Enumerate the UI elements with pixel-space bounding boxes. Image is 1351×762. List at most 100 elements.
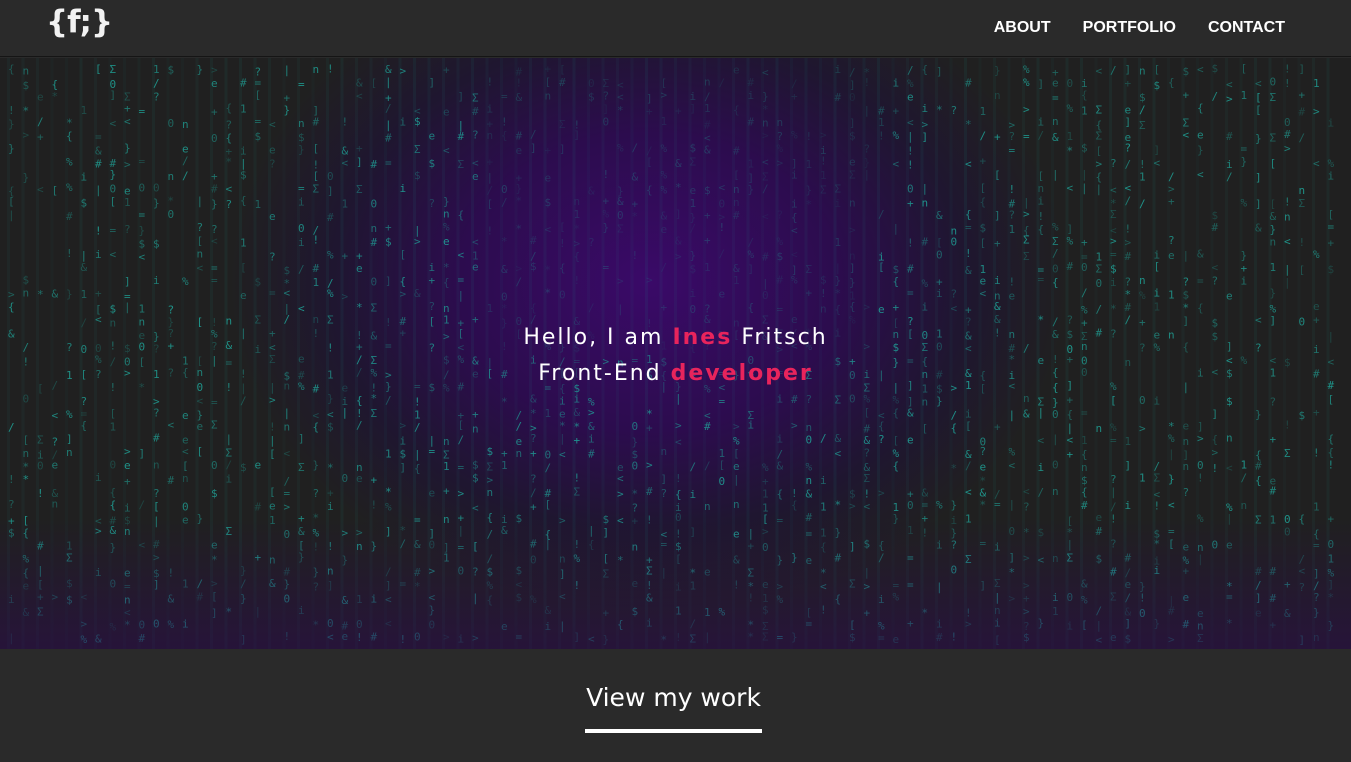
rain-glyph: > [269, 394, 276, 407]
rain-glyph: 0 [168, 208, 175, 221]
rain-glyph: ! [907, 158, 914, 171]
rain-glyph: & [1023, 407, 1030, 420]
rain-glyph: 1 [762, 487, 769, 500]
rain-glyph: { [240, 194, 247, 207]
nav-link-about[interactable]: ABOUT [994, 18, 1051, 38]
rain-glyph: { [1067, 408, 1074, 421]
rain-glyph: { [1038, 223, 1045, 236]
rain-glyph: * [356, 301, 363, 314]
rain-glyph: $ [23, 79, 30, 92]
rain-glyph: | [385, 119, 392, 132]
rain-glyph: & [661, 210, 668, 223]
rain-glyph: / [385, 394, 392, 407]
rain-glyph: + [893, 301, 900, 314]
rain-glyph: = [965, 221, 972, 234]
rain-glyph: 1 [1168, 288, 1175, 301]
rain-glyph: > [1023, 207, 1030, 220]
rain-glyph: & [356, 76, 363, 89]
rain-glyph: 1 [1139, 170, 1146, 183]
rain-glyph: + [1328, 237, 1335, 250]
rain-glyph: ] [1212, 408, 1219, 421]
rain-glyph: & [530, 392, 537, 405]
rain-glyph: Σ [1270, 91, 1277, 104]
rain-glyph: i [574, 392, 581, 405]
nav-link-portfolio[interactable]: PORTFOLIO [1083, 18, 1176, 38]
rain-glyph: Σ [458, 158, 465, 171]
rain-glyph: ] [458, 90, 465, 103]
rain-glyph: # [704, 420, 711, 433]
rain-glyph: 0 [907, 499, 914, 512]
rain-glyph: < [52, 409, 59, 422]
rain-glyph: } [1197, 144, 1204, 157]
view-my-work-button[interactable]: View my work [585, 675, 762, 733]
rain-glyph: 1 [313, 276, 320, 289]
rain-glyph: ] [675, 208, 682, 221]
rain-glyph: n [1052, 485, 1059, 498]
rain-glyph: n [704, 75, 711, 88]
rain-glyph: { [893, 459, 900, 472]
rain-glyph: / [704, 460, 711, 473]
rain-glyph: 1 [240, 102, 247, 115]
rain-glyph: ? [951, 104, 958, 117]
rain-glyph: [ [240, 261, 247, 274]
rain-glyph: { [1081, 448, 1088, 461]
rain-glyph: > [922, 118, 929, 131]
rain-glyph: e [733, 64, 740, 77]
rain-glyph: n [733, 498, 740, 511]
rain-glyph: ] [849, 116, 856, 129]
rain-glyph: ! [632, 249, 639, 262]
rain-glyph: ] [1299, 63, 1306, 76]
rain-glyph: + [342, 249, 349, 262]
nav-link-contact[interactable]: CONTACT [1208, 18, 1285, 38]
rain-glyph: ? [269, 158, 276, 171]
rain-glyph: $ [385, 236, 392, 249]
rain-glyph: [ [545, 76, 552, 89]
rain-glyph: + [356, 250, 363, 263]
rain-glyph: | [864, 104, 871, 117]
rain-glyph: < [1226, 78, 1233, 91]
rain-glyph: [ [110, 407, 117, 420]
rain-glyph: ] [1125, 116, 1132, 129]
rain-glyph: / [1299, 131, 1306, 144]
rain-glyph: Σ [414, 143, 421, 156]
rain-glyph: { [1081, 486, 1088, 499]
rain-glyph: < [124, 115, 131, 128]
rain-glyph: / [516, 275, 523, 288]
rain-glyph: 1 [81, 104, 88, 117]
rain-glyph: > [1197, 432, 1204, 445]
rain-glyph: & [936, 209, 943, 222]
rain-glyph: < [1255, 77, 1262, 90]
rain-glyph: [ [965, 419, 972, 432]
rain-glyph: [ [182, 459, 189, 472]
rain-glyph: / [37, 116, 44, 129]
rain-glyph: n [1183, 460, 1190, 473]
rain-glyph: ! [1038, 210, 1045, 223]
rain-glyph: 1 [574, 208, 581, 221]
rain-glyph: [ [1255, 91, 1262, 104]
rain-glyph: e [1313, 300, 1320, 313]
rain-glyph: % [603, 207, 610, 220]
rain-glyph: 1 [1313, 500, 1320, 513]
rain-glyph: e [907, 433, 914, 446]
rain-glyph: / [980, 129, 987, 142]
rain-glyph: n [1023, 392, 1030, 405]
rain-glyph: $ [472, 458, 479, 471]
rain-glyph: { [1197, 301, 1204, 314]
rain-glyph: | [1284, 276, 1291, 289]
rain-glyph: ! [675, 472, 682, 485]
rain-glyph: } [110, 168, 117, 181]
rain-glyph: 0 [806, 434, 813, 447]
rain-glyph: ] [110, 88, 117, 101]
rain-glyph: Σ [371, 302, 378, 315]
rain-glyph: / [951, 409, 958, 422]
rain-glyph: < [342, 156, 349, 169]
rain-glyph: # [66, 210, 73, 223]
rain-glyph: * [1168, 420, 1175, 433]
rain-glyph: 0 [951, 235, 958, 248]
site-logo[interactable]: {f;} [46, 2, 113, 42]
rain-glyph: + [1067, 448, 1074, 461]
rain-glyph: + [37, 130, 44, 143]
rain-glyph: 0 [1052, 263, 1059, 276]
rain-glyph: $ [429, 157, 436, 170]
rain-glyph: < [197, 261, 204, 274]
